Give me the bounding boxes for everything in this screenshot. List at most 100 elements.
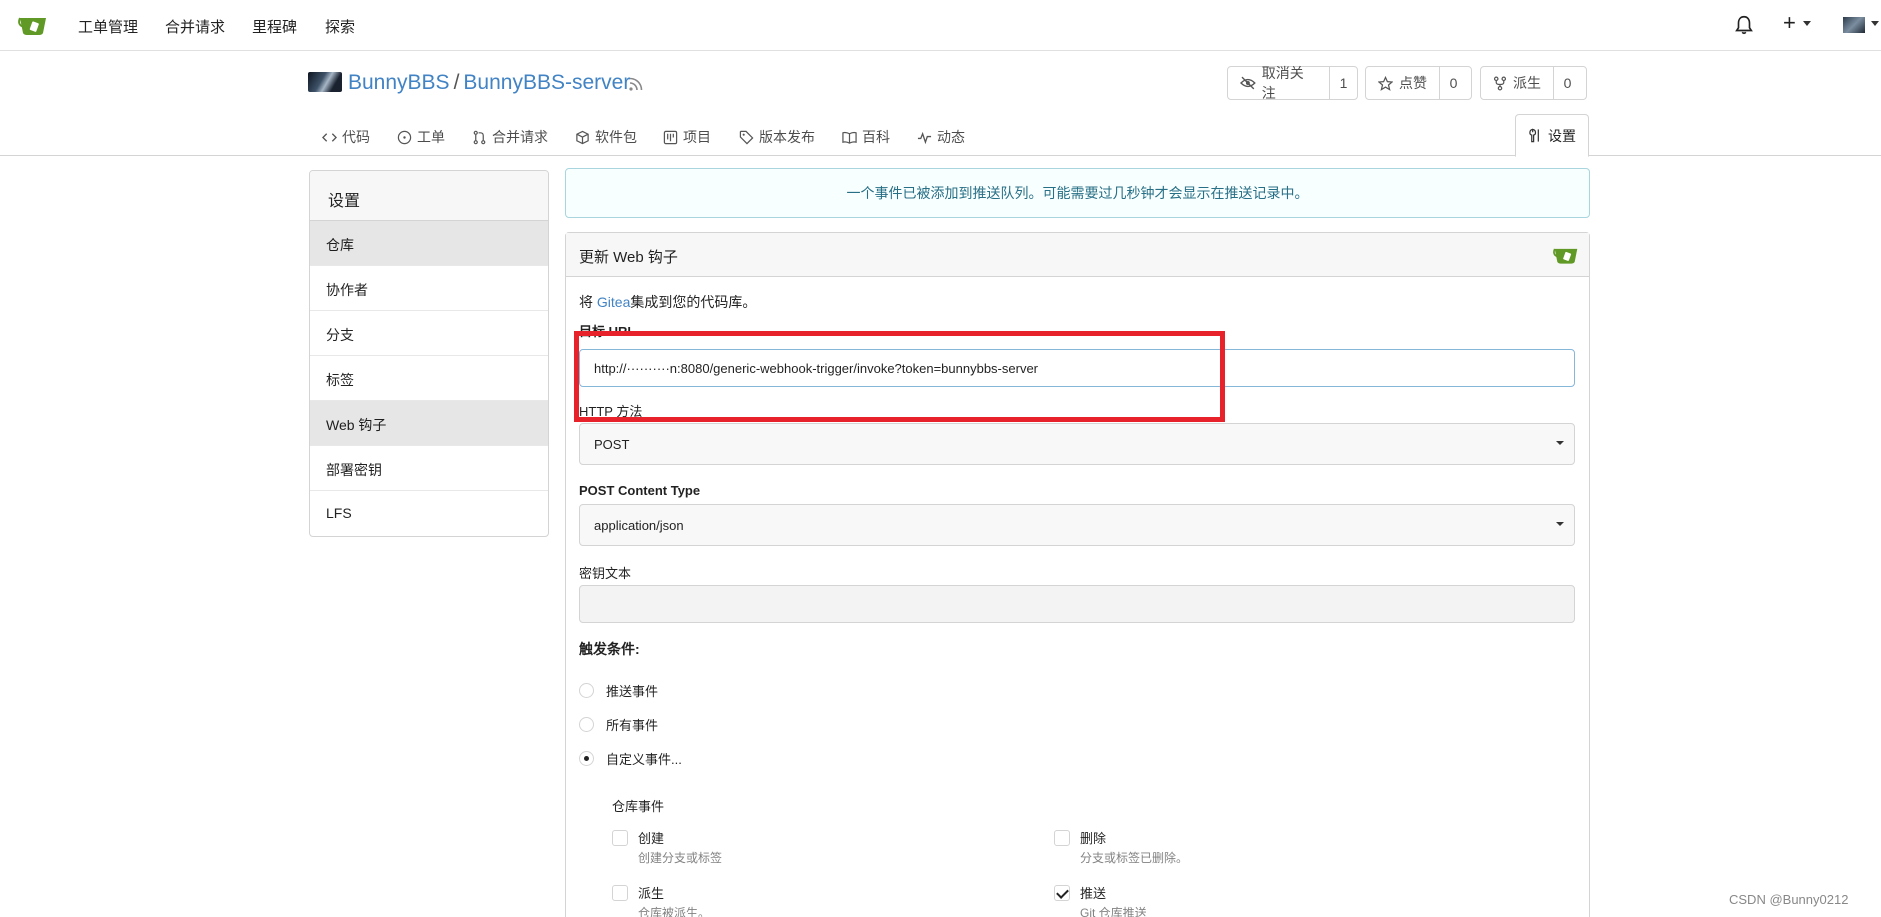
event-name: 推送 xyxy=(1080,886,1107,901)
rss-icon[interactable] xyxy=(628,76,644,92)
sidebar-item-collaborators[interactable]: 协作者 xyxy=(310,266,548,311)
checkbox[interactable] xyxy=(1054,830,1070,846)
fork-button[interactable]: 派生 0 xyxy=(1480,66,1587,100)
gitea-logo-icon[interactable] xyxy=(18,13,48,37)
sidebar-item-tags[interactable]: 标签 xyxy=(310,356,548,401)
checkbox[interactable] xyxy=(612,885,628,901)
secret-label: 密钥文本 xyxy=(579,566,632,581)
radio-button-checked[interactable] xyxy=(579,751,594,766)
sidebar-item-branches[interactable]: 分支 xyxy=(310,311,548,356)
radio-label: 推送事件 xyxy=(606,684,659,699)
tab-label: 合并请求 xyxy=(492,129,548,145)
event-create[interactable]: 创建 创建分支或标签 xyxy=(612,828,722,866)
create-plus-icon[interactable]: + xyxy=(1783,12,1796,34)
gitea-logo-icon xyxy=(1553,248,1578,264)
tab-projects[interactable]: 项目 xyxy=(663,127,711,147)
repo-separator: / xyxy=(453,71,460,94)
pulse-icon xyxy=(917,131,932,144)
gitea-link[interactable]: Gitea xyxy=(597,294,630,310)
http-method-value: POST xyxy=(594,436,630,452)
event-delete[interactable]: 删除 分支或标签已删除。 xyxy=(1054,828,1188,866)
tag-icon xyxy=(739,130,754,144)
tab-label: 百科 xyxy=(862,129,890,145)
top-navbar: 工单管理 合并请求 里程碑 探索 + xyxy=(0,0,1881,51)
tab-settings[interactable]: 设置 xyxy=(1515,114,1589,157)
user-avatar[interactable] xyxy=(1843,17,1865,33)
panel-title: 更新 Web 钩子 xyxy=(579,249,678,266)
bell-icon[interactable] xyxy=(1733,14,1755,36)
project-icon xyxy=(663,130,678,144)
radio-button[interactable] xyxy=(579,683,594,698)
issue-icon xyxy=(397,130,412,144)
unwatch-label: 取消关注 xyxy=(1261,65,1304,101)
tab-code[interactable]: 代码 xyxy=(322,127,370,147)
content-type-label: POST Content Type xyxy=(579,483,701,498)
star-label: 点赞 xyxy=(1399,75,1427,91)
checkbox[interactable] xyxy=(612,830,628,846)
dropdown-caret-icon xyxy=(1556,441,1564,445)
event-desc: 仓库被派生。 xyxy=(638,906,711,917)
tab-issues[interactable]: 工单 xyxy=(397,127,445,147)
event-name: 删除 xyxy=(1080,831,1107,846)
star-icon xyxy=(1378,75,1393,91)
chevron-down-icon[interactable] xyxy=(1871,21,1879,26)
repo-tabs: 代码 工单 合并请求 软件包 项目 版本发布 百科 动态 xyxy=(0,112,1881,156)
tab-label: 项目 xyxy=(683,129,711,145)
event-name: 派生 xyxy=(638,886,665,901)
event-desc: 创建分支或标签 xyxy=(638,851,723,865)
tab-releases[interactable]: 版本发布 xyxy=(739,127,815,147)
radio-label: 所有事件 xyxy=(606,718,659,733)
sidebar-item-webhooks[interactable]: Web 钩子 xyxy=(310,401,548,446)
nav-pulls[interactable]: 合并请求 xyxy=(165,16,225,37)
tab-activity[interactable]: 动态 xyxy=(917,127,965,147)
http-method-select[interactable]: POST xyxy=(579,423,1575,465)
event-fork[interactable]: 派生 仓库被派生。 xyxy=(612,883,710,917)
nav-milestones[interactable]: 里程碑 xyxy=(252,16,297,37)
highlight-annotation-box xyxy=(574,331,1225,422)
star-count[interactable]: 0 xyxy=(1439,67,1467,99)
sidebar-title: 设置 xyxy=(310,171,548,221)
trigger-label: 触发条件: xyxy=(579,641,640,657)
dropdown-caret-icon xyxy=(1556,522,1564,526)
unwatch-button[interactable]: 取消关注 1 xyxy=(1227,65,1358,101)
form-description: 将 Gitea集成到您的代码库。 xyxy=(579,292,756,312)
event-push[interactable]: 推送 Git 仓库推送 xyxy=(1054,883,1147,917)
trigger-all-option[interactable]: 所有事件 xyxy=(579,715,658,734)
tab-pulls[interactable]: 合并请求 xyxy=(472,127,548,147)
tools-icon xyxy=(1529,128,1539,143)
trigger-push-option[interactable]: 推送事件 xyxy=(579,681,658,700)
content-type-value: application/json xyxy=(594,517,684,533)
eye-off-icon xyxy=(1240,76,1256,90)
tab-label: 设置 xyxy=(1548,127,1576,144)
watermark: CSDN @Bunny0212 xyxy=(1729,892,1849,907)
star-button[interactable]: 点赞 0 xyxy=(1365,66,1472,100)
secret-input[interactable] xyxy=(579,585,1575,623)
radio-button[interactable] xyxy=(579,717,594,732)
sidebar-item-lfs[interactable]: LFS xyxy=(310,491,548,536)
repo-owner-link[interactable]: BunnyBBS xyxy=(348,71,450,94)
event-desc: Git 仓库推送 xyxy=(1080,906,1147,917)
watch-count[interactable]: 1 xyxy=(1329,67,1357,99)
sidebar-item-deploy-keys[interactable]: 部署密钥 xyxy=(310,446,548,491)
fork-count[interactable]: 0 xyxy=(1553,67,1581,99)
nav-issues[interactable]: 工单管理 xyxy=(78,16,138,37)
event-name: 创建 xyxy=(638,831,665,846)
sidebar-item-repository[interactable]: 仓库 xyxy=(310,221,548,266)
tab-label: 版本发布 xyxy=(759,129,815,145)
package-icon xyxy=(576,130,589,144)
nav-explore[interactable]: 探索 xyxy=(325,16,355,37)
tab-wiki[interactable]: 百科 xyxy=(842,127,890,147)
tab-label: 软件包 xyxy=(595,129,637,145)
repo-name-link[interactable]: BunnyBBS-server xyxy=(463,71,630,94)
tab-packages[interactable]: 软件包 xyxy=(575,127,637,147)
repo-title: BunnyBBS / BunnyBBS-server xyxy=(348,71,630,95)
tab-label: 动态 xyxy=(937,129,965,145)
desc-suffix: 集成到您的代码库。 xyxy=(630,294,757,310)
content-type-select[interactable]: application/json xyxy=(579,504,1575,546)
repo-events-title: 仓库事件 xyxy=(612,799,665,814)
event-desc: 分支或标签已删除。 xyxy=(1080,851,1189,865)
trigger-custom-option[interactable]: 自定义事件... xyxy=(579,749,682,768)
chevron-down-icon[interactable] xyxy=(1803,21,1811,26)
checkbox-checked[interactable] xyxy=(1054,885,1070,901)
code-icon xyxy=(322,132,337,142)
